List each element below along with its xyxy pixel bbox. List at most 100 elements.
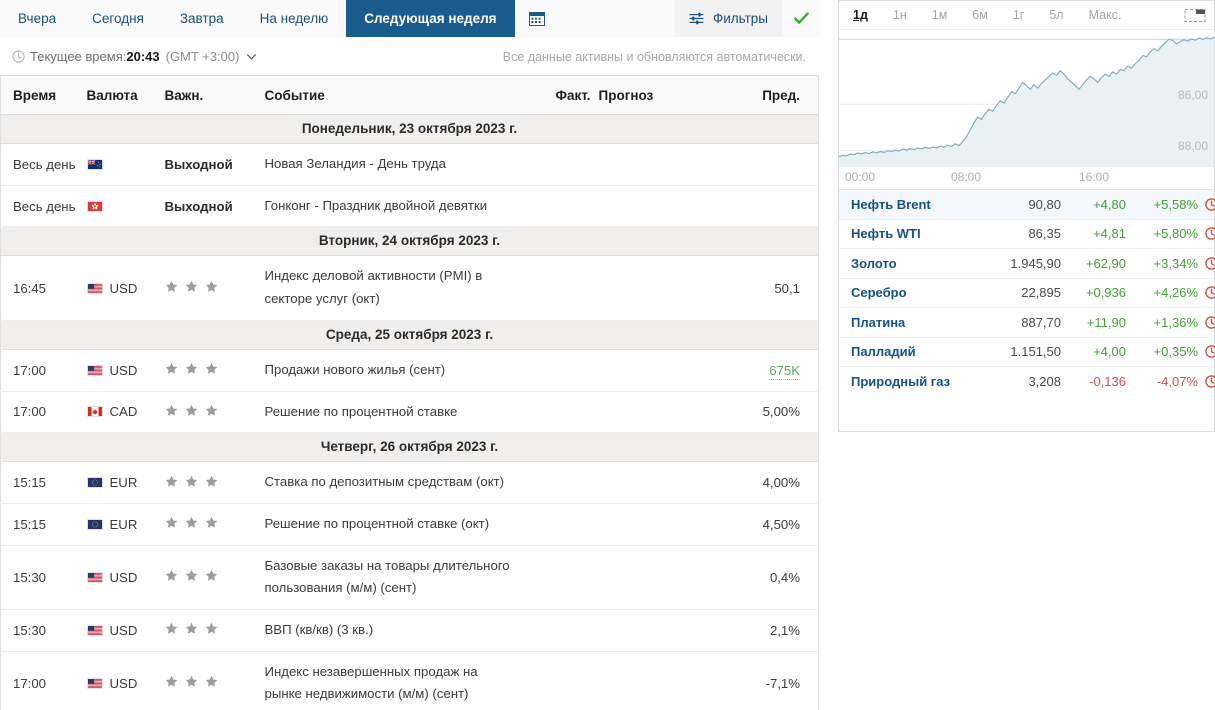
quote-name[interactable]: Палладий — [851, 344, 986, 359]
filters-button[interactable]: Фильтры — [675, 0, 782, 37]
event-row[interactable]: Весь деньВыходнойНовая Зеландия - День т… — [1, 144, 819, 186]
event-currency: USD — [87, 651, 165, 710]
expand-icon[interactable] — [1184, 8, 1206, 23]
tab-yesterday[interactable]: Вчера — [0, 0, 74, 37]
event-name[interactable]: ВВП (кв/кв) (3 кв.) — [265, 610, 511, 652]
header-time[interactable]: Время — [1, 76, 87, 115]
chart-period-tab-3[interactable]: 6м — [972, 8, 988, 22]
event-name[interactable]: Продажи нового жилья (сент) — [265, 349, 511, 391]
quote-name[interactable]: Нефть WTI — [851, 226, 986, 241]
quote-row[interactable]: Палладий1.151,50+4,00+0,35% — [839, 338, 1214, 368]
event-row[interactable]: 15:15EURРешение по процентной ставке (ок… — [1, 503, 819, 545]
chart-period-tab-1[interactable]: 1н — [893, 8, 907, 22]
flag-us-icon — [87, 572, 103, 583]
event-row[interactable]: 17:00USDИндекс незавершенных продаж на р… — [1, 651, 819, 710]
currency-code: USD — [110, 676, 138, 691]
quote-row[interactable]: Платина887,70+11,90+1,36% — [839, 308, 1214, 338]
event-currency: EUR — [87, 462, 165, 504]
event-forecast — [599, 391, 703, 433]
event-name[interactable]: Базовые заказы на товары длительного пол… — [265, 545, 511, 609]
quote-change-percent: +3,34% — [1126, 256, 1198, 271]
chart-period-tab-0[interactable]: 1д — [853, 8, 868, 22]
importance-star-icon — [205, 362, 218, 375]
event-name[interactable]: Гонконг - Праздник двойной девятки — [265, 185, 511, 227]
quote-name[interactable]: Платина — [851, 315, 986, 330]
quote-row[interactable]: Природный газ3,208-0,136-4,07% — [839, 367, 1214, 397]
tab-tomorrow[interactable]: Завтра — [162, 0, 242, 37]
event-row[interactable]: 17:00CADРешение по процентной ставке5,00… — [1, 391, 819, 433]
event-name[interactable]: Решение по процентной ставке — [265, 391, 511, 433]
quote-name[interactable]: Природный газ — [851, 374, 986, 389]
price-chart[interactable]: 88,00 86,00 00:00 08:00 16:00 — [839, 30, 1214, 189]
chart-period-tab-4[interactable]: 1г — [1013, 8, 1025, 22]
quote-name[interactable]: Нефть Brent — [851, 197, 986, 212]
header-currency[interactable]: Валюта — [87, 76, 165, 115]
calendar-picker-button[interactable] — [515, 0, 559, 37]
clock-icon — [12, 50, 25, 63]
quote-time-indicator[interactable] — [1198, 257, 1215, 270]
event-actual — [511, 349, 599, 391]
quote-time-indicator[interactable] — [1198, 316, 1215, 329]
event-time: Весь день — [1, 144, 87, 186]
chart-x-tick-0: 00:00 — [845, 170, 875, 184]
event-row[interactable]: 15:30USDВВП (кв/кв) (3 кв.)2,1% — [1, 610, 819, 652]
header-previous[interactable]: Пред. — [703, 76, 819, 115]
quote-row[interactable]: Нефть Brent90,80+4,80+5,58% — [839, 190, 1214, 220]
quote-time-indicator[interactable] — [1198, 286, 1215, 299]
chart-period-tab-2[interactable]: 1м — [932, 8, 948, 22]
tab-next-week-label: Следующая неделя — [364, 11, 496, 26]
event-previous — [703, 144, 819, 186]
quote-time-indicator[interactable] — [1198, 227, 1215, 240]
event-importance — [165, 545, 265, 609]
header-event[interactable]: Событие — [265, 76, 511, 115]
currency-code: USD — [110, 623, 138, 638]
tab-today[interactable]: Сегодня — [74, 0, 162, 37]
importance-star-icon — [185, 475, 198, 488]
event-actual — [511, 651, 599, 710]
quote-name[interactable]: Золото — [851, 256, 986, 271]
event-row[interactable]: 15:15EURСтавка по депозитным средствам (… — [1, 462, 819, 504]
quote-row[interactable]: Золото1.945,90+62,90+3,34% — [839, 249, 1214, 279]
tab-this-week[interactable]: На неделю — [242, 0, 347, 37]
importance-star-icon — [185, 516, 198, 529]
event-row[interactable]: 17:00USDПродажи нового жилья (сент)675K — [1, 349, 819, 391]
event-name[interactable]: Решение по процентной ставке (окт) — [265, 503, 511, 545]
chart-period-tab-5[interactable]: 5л — [1049, 8, 1063, 22]
quote-row[interactable]: Серебро22,895+0,936+4,26% — [839, 279, 1214, 309]
clock-icon — [1205, 286, 1215, 299]
currency-code: USD — [110, 570, 138, 585]
header-forecast[interactable]: Прогноз — [599, 76, 703, 115]
event-row[interactable]: 16:45USDИндекс деловой активности (PMI) … — [1, 256, 819, 320]
clock-icon — [1205, 345, 1215, 358]
event-currency: USD — [87, 610, 165, 652]
quote-time-indicator[interactable] — [1198, 198, 1215, 211]
quote-change: -0,136 — [1061, 374, 1126, 389]
importance-star-icon — [165, 362, 178, 375]
event-name[interactable]: Индекс деловой активности (PMI) в сектор… — [265, 256, 511, 320]
chevron-down-icon[interactable] — [247, 54, 256, 60]
quote-time-indicator[interactable] — [1198, 345, 1215, 358]
event-forecast — [599, 503, 703, 545]
flag-hk-icon — [87, 201, 103, 212]
event-name[interactable]: Новая Зеландия - День труда — [265, 144, 511, 186]
flag-us-icon — [87, 678, 103, 689]
quote-name[interactable]: Серебро — [851, 285, 986, 300]
quote-change: +11,90 — [1061, 315, 1126, 330]
event-name[interactable]: Индекс незавершенных продаж на рынке нед… — [265, 651, 511, 710]
event-row[interactable]: Весь деньВыходнойГонконг - Праздник двой… — [1, 185, 819, 227]
event-actual — [511, 144, 599, 186]
event-actual — [511, 462, 599, 504]
quote-change: +62,90 — [1061, 256, 1126, 271]
tab-next-week[interactable]: Следующая неделя — [346, 0, 514, 37]
event-previous-value[interactable]: 675K — [769, 363, 800, 380]
chart-period-tab-6[interactable]: Макс. — [1089, 8, 1122, 22]
clock-icon — [1205, 198, 1215, 211]
event-row[interactable]: 15:30USDБазовые заказы на товары длитель… — [1, 545, 819, 609]
quote-time-indicator[interactable] — [1198, 375, 1215, 388]
quote-row[interactable]: Нефть WTI86,35+4,81+5,80% — [839, 220, 1214, 250]
header-importance[interactable]: Важн. — [165, 76, 265, 115]
event-time: 15:30 — [1, 610, 87, 652]
event-name[interactable]: Ставка по депозитным средствам (окт) — [265, 462, 511, 504]
header-actual[interactable]: Факт. — [511, 76, 599, 115]
filters-applied-indicator[interactable] — [782, 0, 820, 37]
